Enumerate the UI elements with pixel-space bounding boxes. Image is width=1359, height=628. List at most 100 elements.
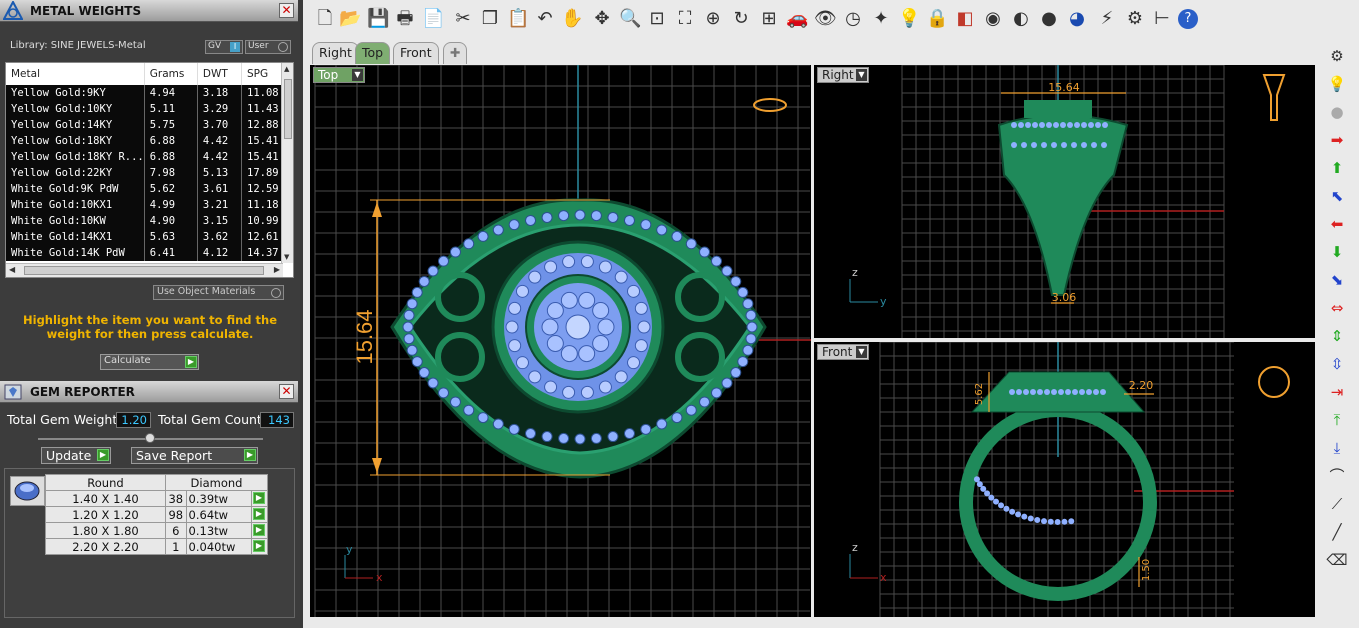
move-down-icon[interactable]: ⬊ <box>1324 268 1350 292</box>
scroll-right-icon[interactable]: ▶ <box>274 265 280 274</box>
close-icon[interactable]: ✕ <box>279 384 294 399</box>
save-report-button[interactable]: Save Report ▶ <box>131 447 258 464</box>
mirror-y-icon[interactable]: ⇕ <box>1324 324 1350 348</box>
undo-icon[interactable]: ↶ <box>534 6 556 32</box>
viewport-right[interactable]: 15.64 3.06 z y Right ▼ <box>814 65 1315 338</box>
render-settings-icon[interactable]: ⚙ <box>1324 44 1350 68</box>
hscroll-thumb[interactable] <box>24 266 264 275</box>
table-row[interactable]: Yellow Gold:10KY 5.11 3.29 11.43 <box>6 101 283 117</box>
metal-table-hscroll[interactable]: ◀ ▶ <box>6 263 283 277</box>
sphere-render-icon[interactable]: ◕ <box>1066 6 1088 32</box>
scroll-left-icon[interactable]: ◀ <box>9 265 15 274</box>
magic-wand-icon[interactable]: ⚡ <box>1096 6 1118 32</box>
move-icon[interactable]: ⬉ <box>1324 184 1350 208</box>
table-row[interactable]: Yellow Gold:18KY R... 6.88 4.42 15.41 <box>6 149 283 165</box>
gem-select-button[interactable]: ▶ <box>251 538 268 555</box>
sphere-wire-icon[interactable]: ◐ <box>1010 6 1032 32</box>
viewport-layout-icon[interactable]: ⊞ <box>758 6 780 32</box>
gem-select-button[interactable]: ▶ <box>251 522 268 539</box>
table-row[interactable]: Yellow Gold:14KY 5.75 3.70 12.88 <box>6 117 283 133</box>
scroll-thumb[interactable] <box>284 79 292 139</box>
gem-slider-knob[interactable] <box>145 433 155 443</box>
paste-icon[interactable]: 📋 <box>507 6 529 32</box>
lock-icon[interactable]: 🔒 <box>926 6 948 32</box>
zoom-window-icon[interactable]: ⊡ <box>646 6 668 32</box>
table-row[interactable]: White Gold:14K PdW 6.41 4.12 14.37 <box>6 245 283 261</box>
tab-top[interactable]: Top <box>355 42 391 64</box>
eye-icon[interactable]: 👁 <box>814 6 837 32</box>
rotate-icon[interactable]: ✥ <box>591 6 613 32</box>
use-object-materials-toggle[interactable]: Use Object Materials <box>153 285 284 300</box>
line-tool-icon[interactable]: ⟋ <box>1324 492 1350 516</box>
collapse-z-icon[interactable]: ⤓ <box>1324 436 1350 460</box>
column-header-spg[interactable]: SPG <box>241 63 283 85</box>
table-row[interactable]: Yellow Gold:18KY 6.88 4.42 15.41 <box>6 133 283 149</box>
metal-table-vscroll[interactable]: ▲ ▼ <box>281 63 293 263</box>
help-icon[interactable]: ? <box>1178 9 1198 29</box>
gem-row[interactable]: 2.20 X 2.20 1 0.040tw ▶ <box>45 538 268 555</box>
tab-right[interactable]: Right <box>312 42 359 64</box>
table-row[interactable]: White Gold:10KW 4.90 3.15 10.99 <box>6 213 283 229</box>
snap-icon[interactable]: ✦ <box>870 6 892 32</box>
zoom-selected-icon[interactable]: ⊕ <box>702 6 724 32</box>
dimension-icon[interactable]: ⊢ <box>1151 6 1173 32</box>
scroll-down-icon[interactable]: ▼ <box>284 253 289 261</box>
update-button[interactable]: Update ▶ <box>41 447 111 464</box>
column-header-grams[interactable]: Grams <box>144 63 198 85</box>
mirror-z-icon[interactable]: ⇳ <box>1324 352 1350 376</box>
viewport-top-label[interactable]: Top ▼ <box>313 67 365 83</box>
gem-select-button[interactable]: ▶ <box>251 490 268 507</box>
table-row[interactable]: White Gold:10KX1 4.99 3.21 11.18 <box>6 197 283 213</box>
column-header-metal[interactable]: Metal <box>6 63 145 85</box>
collapse-x-icon[interactable]: ⇥ <box>1324 380 1350 404</box>
color-wheel-icon[interactable]: ◉ <box>982 6 1004 32</box>
arrow-up-icon[interactable]: ⬆ <box>1324 156 1350 180</box>
viewport-right-label[interactable]: Right ▼ <box>817 67 869 83</box>
print-icon[interactable]: 🖶 <box>394 6 416 32</box>
viewport-front[interactable]: 5.62 2.20 1.50 z x Front ▼ <box>814 342 1315 617</box>
scroll-up-icon[interactable]: ▲ <box>284 65 289 73</box>
gv-toggle[interactable]: GV I <box>205 40 243 54</box>
tab-front[interactable]: Front <box>393 42 439 64</box>
user-toggle[interactable]: User <box>245 40 291 54</box>
polyline-tool-icon[interactable]: ╱ <box>1324 520 1350 544</box>
pan-icon[interactable]: ✋ <box>561 6 583 32</box>
zoom-in-icon[interactable]: 🔍 <box>619 6 641 32</box>
gem-row[interactable]: 1.40 X 1.40 38 0.39tw ▶ <box>45 490 268 507</box>
column-header-dwt[interactable]: DWT <box>197 63 243 85</box>
curve-tool-icon[interactable]: ⌒ <box>1324 464 1350 488</box>
arrow-left-icon[interactable]: ⬅ <box>1324 212 1350 236</box>
zoom-extents-icon[interactable]: ⛶ <box>674 6 696 32</box>
table-row[interactable]: White Gold:14KX1 5.63 3.62 12.61 <box>6 229 283 245</box>
car-icon[interactable]: 🚗 <box>786 6 808 32</box>
sphere-icon[interactable]: ● <box>1324 100 1350 124</box>
open-folder-icon[interactable]: 📂 <box>339 6 361 32</box>
gem-row[interactable]: 1.80 X 1.80 6 0.13tw ▶ <box>45 522 268 539</box>
settings-icon[interactable]: ⚙ <box>1124 6 1146 32</box>
eraser-icon[interactable]: ⌫ <box>1324 548 1350 572</box>
zoom-dynamic-icon[interactable]: ↻ <box>730 6 752 32</box>
close-icon[interactable]: ✕ <box>279 3 294 18</box>
gem-row[interactable]: 1.20 X 1.20 98 0.64tw ▶ <box>45 506 268 523</box>
layers-icon[interactable]: ◧ <box>954 6 976 32</box>
collapse-y-icon[interactable]: ⤒ <box>1324 408 1350 432</box>
gem-select-button[interactable]: ▶ <box>251 506 268 523</box>
table-row[interactable]: Yellow Gold:9KY 4.94 3.18 11.08 <box>6 85 283 101</box>
arrow-right-icon[interactable]: ➡ <box>1324 128 1350 152</box>
export-icon[interactable]: 📄 <box>422 6 444 32</box>
calculate-button[interactable]: Calculate ▶ <box>100 354 199 370</box>
arrow-down-icon[interactable]: ⬇ <box>1324 240 1350 264</box>
clock-icon[interactable]: ◷ <box>842 6 864 32</box>
add-tab-icon[interactable]: ✚ <box>443 42 467 64</box>
mirror-x-icon[interactable]: ⇔ <box>1324 296 1350 320</box>
save-icon[interactable]: 💾 <box>367 6 389 32</box>
cut-icon[interactable]: ✂ <box>452 6 474 32</box>
new-file-icon[interactable]: 🗋 <box>314 6 336 32</box>
light-icon[interactable]: 💡 <box>898 6 920 32</box>
table-row[interactable]: Yellow Gold:22KY 7.98 5.13 17.89 <box>6 165 283 181</box>
viewport-front-label[interactable]: Front ▼ <box>817 344 869 360</box>
copy-icon[interactable]: ❐ <box>479 6 501 32</box>
viewport-top[interactable]: 15.64 y x Top ▼ <box>310 65 811 617</box>
sphere-shaded-icon[interactable]: ● <box>1038 6 1060 32</box>
light-bulb-icon[interactable]: 💡 <box>1324 72 1350 96</box>
